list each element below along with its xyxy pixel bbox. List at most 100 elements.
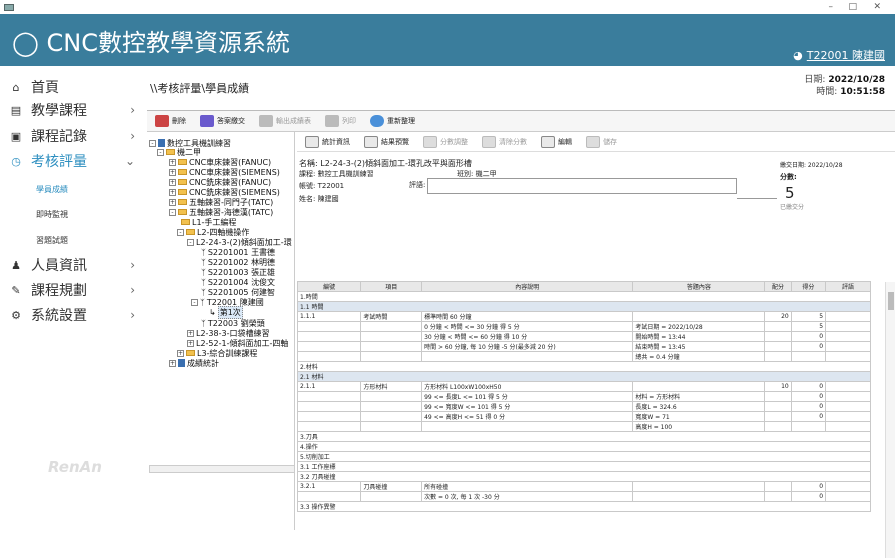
table-row[interactable]: 99 <= 寬度W <= 101 得 5 分長度L = 324.6 0 <box>296 401 871 412</box>
tree-node[interactable]: + L2-52-1-傾斜面加工-四軸 <box>187 338 288 348</box>
tree-node[interactable]: + L3-綜合訓練課程 <box>177 348 257 358</box>
col-header[interactable]: 答題內容 <box>632 281 766 292</box>
tree-node-attempt[interactable]: ↳ 第1次 <box>209 305 243 319</box>
export-button[interactable]: 輸出成績表 <box>259 115 311 127</box>
table-row[interactable]: 99 <= 長度L <= 101 得 5 分材料 = 方形材料 0 <box>296 391 871 402</box>
col-header[interactable]: 得分 <box>790 281 827 292</box>
table-row[interactable]: 次數 = 0 次, 每 1 次 -30 分 0 <box>296 491 871 502</box>
nav-item-courses[interactable]: ▤ 教學課程 › <box>0 97 147 123</box>
save-button[interactable]: 儲存 <box>586 135 617 148</box>
tree-node[interactable]: L1-手工編程 <box>181 217 236 227</box>
stats-button[interactable]: 統計資訊 <box>305 135 350 148</box>
table-row[interactable]: 3.2.1 刀具碰撞 所有碰撞 0 <box>296 481 871 492</box>
expand-icon[interactable]: + <box>169 188 176 196</box>
collapse-icon[interactable]: - <box>191 298 198 306</box>
table-row[interactable]: 5.切削加工 <box>297 451 871 462</box>
nav-sub-live-monitor[interactable]: 即時監視 <box>36 209 68 220</box>
tree-node-student[interactable]: ᛉ S2201004 沈俊文 <box>201 277 275 287</box>
tree-node[interactable]: + 五軸鍊習-同門子(TATC) <box>169 197 273 207</box>
scroll-thumb[interactable] <box>888 292 894 310</box>
tree-node-student[interactable]: ᛉ T22003 劉榮頭 <box>201 318 265 328</box>
table-row[interactable]: 3.刀具 <box>297 431 871 442</box>
close-icon[interactable]: ✕ <box>873 0 881 14</box>
tree-node[interactable]: + CNC車床鍊習(FANUC) <box>169 157 271 167</box>
tree-node[interactable]: + CNC車床鍊習(SIEMENS) <box>169 167 280 177</box>
app-title: CNC數控教學資源系統 <box>46 29 290 57</box>
section-cell: 1.時間 <box>297 291 871 302</box>
nav-item-personnel[interactable]: ♟ 人員資訊 › <box>0 252 147 278</box>
nav-item-planning[interactable]: ✎ 課程規劃 › <box>0 277 147 303</box>
collapse-icon[interactable]: - <box>149 139 156 147</box>
preview-button[interactable]: 結果預覽 <box>364 135 409 148</box>
nav-item-assessment[interactable]: ◷ 考核評量 ⌄ <box>0 148 147 174</box>
table-row[interactable]: 3.1 工作座標 <box>297 461 871 472</box>
table-cell: 0 <box>790 491 827 502</box>
table-row[interactable]: 0 分鐘 < 時間 <= 30 分鐘 得 5 分考試日期 = 2022/10/2… <box>296 321 871 332</box>
table-row[interactable]: 1.1.1 考試時間 標準時間 60 分鐘 20 5 <box>296 311 871 322</box>
expand-icon[interactable]: + <box>169 158 176 166</box>
table-scrollbar[interactable] <box>885 282 895 558</box>
tree-node[interactable]: + 成績統計 <box>169 358 219 368</box>
table-row[interactable]: 3.2 刀具碰撞 <box>297 471 871 482</box>
adjust-score-button[interactable]: 分數調整 <box>423 135 468 148</box>
user-link[interactable]: T22001 陳建國 <box>807 47 885 63</box>
table-row[interactable]: 2.材料 <box>297 361 871 372</box>
maximize-icon[interactable]: □ <box>848 0 857 14</box>
collapse-icon[interactable]: - <box>169 208 176 216</box>
col-header[interactable]: 評語 <box>825 281 871 292</box>
table-row[interactable]: 時間 > 60 分鐘, 每 10 分鐘 -5 分(最多減 20 分) 結束時間 =… <box>296 341 871 352</box>
table-row[interactable]: 1.1 時間 <box>297 301 871 312</box>
table-cell: 0 分鐘 < 時間 <= 30 分鐘 得 5 分 <box>421 321 634 332</box>
expand-icon[interactable]: + <box>169 359 176 367</box>
expand-icon[interactable]: + <box>177 349 184 357</box>
table-row[interactable]: 高度H = 100 <box>296 421 871 432</box>
col-header[interactable]: 內容說明 <box>421 281 634 292</box>
nav-sub-exercises[interactable]: 習題試題 <box>36 235 68 246</box>
table-row[interactable]: 4.操作 <box>297 441 871 452</box>
collapse-icon[interactable]: - <box>177 228 184 236</box>
tree-node-student[interactable]: ᛉ S2201003 張正雄 <box>201 267 275 277</box>
eval-field[interactable] <box>427 178 737 194</box>
tree-node-student[interactable]: ᛉ S2201001 王書德 <box>201 247 275 257</box>
nav-item-records[interactable]: ▣ 課程記錄 › <box>0 123 147 149</box>
col-header[interactable]: 項目 <box>360 281 423 292</box>
delete-button[interactable]: 刪除 <box>155 115 186 127</box>
tree-node[interactable]: + CNC銑床鍊習(FANUC) <box>169 177 271 187</box>
tree-node-class[interactable]: - 機二甲 <box>157 147 201 157</box>
expand-icon[interactable]: + <box>169 168 176 176</box>
table-row[interactable]: 1.時間 <box>297 291 871 302</box>
tree-node[interactable]: - 五軸鍊習-海德漢(TATC) <box>169 207 273 217</box>
tree-hscrollbar[interactable] <box>149 465 295 473</box>
col-header[interactable]: 配分 <box>764 281 792 292</box>
table-row[interactable]: 2.1.1 方形材料 方形材料 L100xW100xH50 10 0 <box>296 381 871 392</box>
table-row[interactable]: 49 <= 高度H <= 51 得 0 分寬度W = 71 0 <box>296 411 871 422</box>
tree-node[interactable]: - L2-四軸機操作 <box>177 227 249 237</box>
print-button[interactable]: 列印 <box>325 115 356 127</box>
expand-icon[interactable]: + <box>187 339 194 347</box>
table-cell <box>790 421 827 432</box>
user-info[interactable]: ◕ T22001 陳建國 <box>793 47 885 63</box>
tree-node-student[interactable]: ᛉ S2201002 林明德 <box>201 257 275 267</box>
expand-icon[interactable]: + <box>169 178 176 186</box>
nav-item-settings[interactable]: ⚙ 系統設置 › <box>0 302 147 328</box>
nav-sub-student-scores[interactable]: 學員成績 <box>36 184 68 195</box>
brand-watermark: RenAn <box>48 458 102 476</box>
col-header[interactable]: 編號 <box>296 281 362 292</box>
table-row[interactable]: 3.3 操作異警 <box>297 501 871 512</box>
collapse-icon[interactable]: - <box>187 238 194 246</box>
minimize-icon[interactable]: – <box>829 0 834 14</box>
refresh-button[interactable]: 重新整理 <box>370 115 415 127</box>
tree-node[interactable]: - L2-24-3-(2)傾斜面加工-環 <box>187 237 292 247</box>
tree-node[interactable]: + CNC銑床鍊習(SIEMENS) <box>169 187 280 197</box>
tree-node-student[interactable]: ᛉ S2201005 何建智 <box>201 287 275 297</box>
table-row[interactable]: 2.1 材料 <box>297 371 871 382</box>
expand-icon[interactable]: + <box>169 198 176 206</box>
submit-answer-button[interactable]: 答案繳交 <box>200 115 245 127</box>
table-row[interactable]: 30 分鐘 < 時間 <= 60 分鐘 得 10 分開始時間 = 13:44 0 <box>296 331 871 342</box>
edit-button[interactable]: 編輯 <box>541 135 572 148</box>
table-row[interactable]: 總共 = 0.4 分鐘 <box>296 351 871 362</box>
collapse-icon[interactable]: - <box>157 148 164 156</box>
clear-score-button[interactable]: 清除分數 <box>482 135 527 148</box>
tree-node[interactable]: + L2-38-3-口袋槽練習 <box>187 328 269 338</box>
expand-icon[interactable]: + <box>187 329 194 337</box>
